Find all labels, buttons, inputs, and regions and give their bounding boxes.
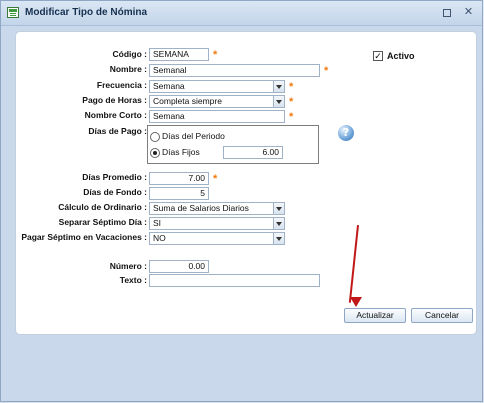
pagar-septimo-select[interactable]: NO <box>149 232 285 245</box>
help-icon[interactable]: ? <box>338 125 354 141</box>
activo-checkbox[interactable]: ✓ <box>373 51 383 61</box>
codigo-field[interactable]: SEMANA <box>149 48 209 61</box>
close-icon[interactable]: ✕ <box>463 7 474 18</box>
pagar-septimo-label: Pagar Séptimo en Vacaciones : <box>21 232 147 242</box>
dias-fondo-label: Días de Fondo : <box>83 187 147 197</box>
calculo-ordinario-select[interactable]: Suma de Salarios Diarios <box>149 202 285 215</box>
required-marker: * <box>213 173 218 185</box>
dias-fijos-field[interactable]: 6.00 <box>223 146 283 159</box>
required-marker: * <box>213 49 218 61</box>
required-marker: * <box>289 81 294 93</box>
calculo-ordinario-label: Cálculo de Ordinario : <box>58 202 147 212</box>
dias-pago-group: Días del Periodo Días Fijos 6.00 <box>147 125 319 164</box>
nombre-field[interactable]: Semanal <box>149 64 320 77</box>
cancelar-button[interactable]: Cancelar <box>411 308 473 323</box>
numero-label: Número : <box>109 261 147 271</box>
separar-septimo-value: SI <box>153 218 162 228</box>
nombre-label: Nombre : <box>109 64 147 74</box>
codigo-label: Código : <box>112 49 147 59</box>
chevron-down-icon[interactable] <box>273 233 284 244</box>
form-icon <box>7 7 19 18</box>
dias-fijos-radio[interactable] <box>150 148 160 158</box>
pago-horas-select[interactable]: Completa siempre <box>149 95 285 108</box>
numero-field[interactable]: 0.00 <box>149 260 209 273</box>
calculo-ordinario-value: Suma de Salarios Diarios <box>153 203 249 213</box>
dias-fijos-label: Días Fijos <box>162 147 200 157</box>
texto-field[interactable] <box>149 274 320 287</box>
dialog-title: Modificar Tipo de Nómina <box>25 7 148 18</box>
activo-label: Activo <box>387 51 415 61</box>
separar-septimo-select[interactable]: SI <box>149 217 285 230</box>
chevron-down-icon[interactable] <box>273 203 284 214</box>
dias-fondo-field[interactable]: 5 <box>149 187 209 200</box>
texto-label: Texto : <box>119 275 147 285</box>
frecuencia-select[interactable]: Semana <box>149 80 285 93</box>
frecuencia-label: Frecuencia : <box>96 80 147 90</box>
dias-pago-label: Días de Pago : <box>88 126 147 136</box>
annotation-arrow-head <box>350 297 362 307</box>
frecuencia-value: Semana <box>153 81 185 91</box>
chevron-down-icon[interactable] <box>273 96 284 107</box>
dias-promedio-field[interactable]: 7.00 <box>149 172 209 185</box>
pago-horas-label: Pago de Horas : <box>82 95 147 105</box>
dias-periodo-label: Días del Periodo <box>162 131 225 141</box>
dialog-window: Modificar Tipo de Nómina ✕ Código : SEMA… <box>0 0 483 402</box>
nombre-corto-label: Nombre Corto : <box>84 110 147 120</box>
nombre-corto-field[interactable]: Semana <box>149 110 285 123</box>
required-marker: * <box>324 65 329 77</box>
required-marker: * <box>289 111 294 123</box>
restore-icon[interactable] <box>441 7 452 18</box>
separar-septimo-label: Separar Séptimo Día : <box>58 217 147 227</box>
chevron-down-icon[interactable] <box>273 218 284 229</box>
actualizar-button[interactable]: Actualizar <box>344 308 406 323</box>
pago-horas-value: Completa siempre <box>153 96 222 106</box>
form-panel: Código : SEMANA * ✓ Activo Nombre : Sema… <box>15 31 477 335</box>
dias-periodo-radio[interactable] <box>150 132 160 142</box>
chevron-down-icon[interactable] <box>273 81 284 92</box>
pagar-septimo-value: NO <box>153 233 166 243</box>
required-marker: * <box>289 96 294 108</box>
dias-promedio-label: Días Promedio : <box>82 172 147 182</box>
title-bar: Modificar Tipo de Nómina ✕ <box>1 1 482 26</box>
